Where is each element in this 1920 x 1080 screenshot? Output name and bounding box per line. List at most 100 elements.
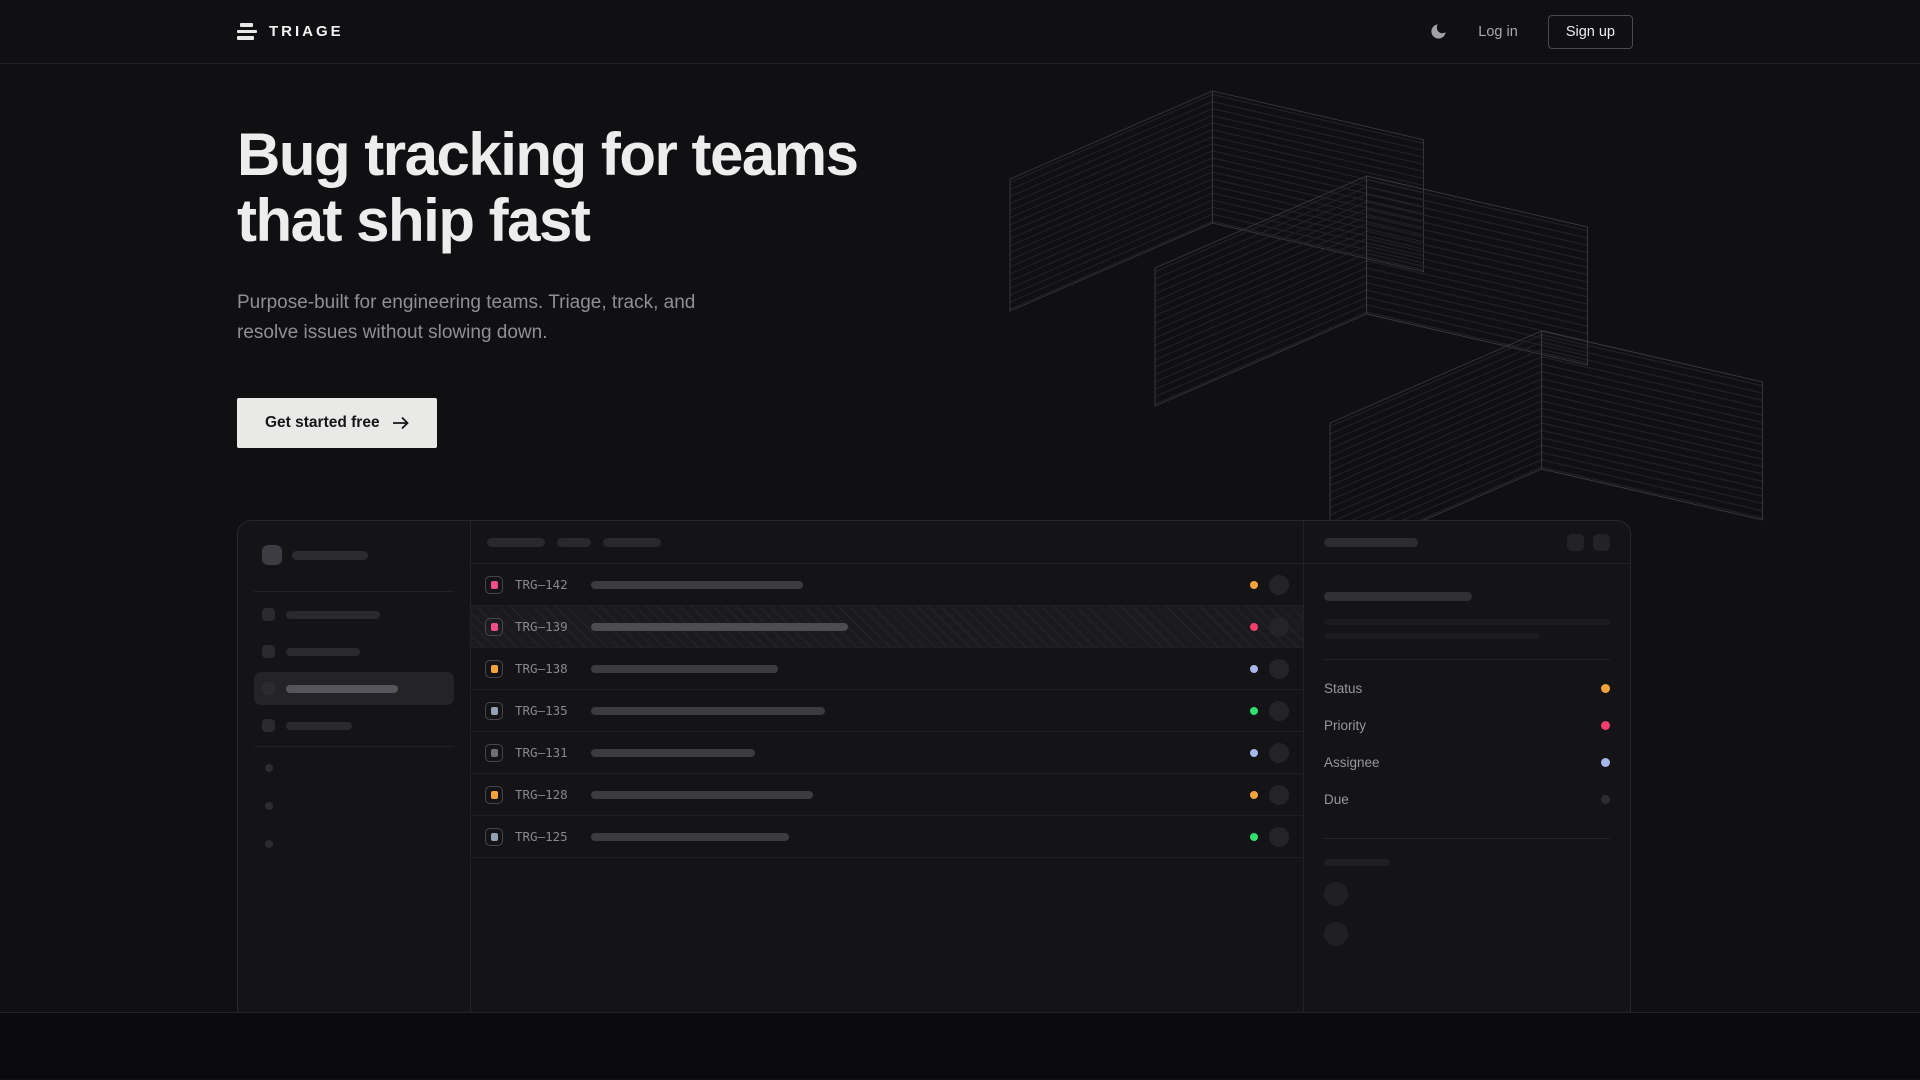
skeleton-title-bar [591,749,755,757]
issues-list-panel: TRG–142 TRG–139 TRG–138 TRG–135 [471,521,1304,1013]
navbar: TRIAGE Log in Sign up [0,0,1920,64]
avatar [1269,659,1289,679]
login-link[interactable]: Log in [1478,24,1518,40]
skeleton-title-bar [591,581,803,589]
sidebar-nav-item[interactable] [254,598,454,631]
status-dot [1250,707,1258,715]
field-label: Due [1324,792,1349,807]
skeleton-tab[interactable] [603,538,661,547]
skeleton-tab[interactable] [487,538,545,547]
field-value-dot [1601,684,1610,693]
issue-detail-panel: Status Priority Assignee Due [1304,521,1630,1013]
detail-body: Status Priority Assignee Due [1304,564,1630,946]
list-header [471,521,1303,564]
detail-field-row[interactable]: Priority [1324,707,1610,744]
divider [254,591,454,592]
detail-fields: Status Priority Assignee Due [1324,670,1610,818]
issue-row[interactable]: TRG–135 [471,690,1303,732]
issue-row[interactable]: TRG–125 [471,816,1303,858]
divider [254,746,454,747]
avatar [1269,575,1289,595]
skeleton-title-bar [591,707,825,715]
issue-row[interactable]: TRG–142 [471,564,1303,606]
skeleton-tab[interactable] [557,538,591,547]
skeleton-bar [286,611,380,619]
detail-field-row[interactable]: Assignee [1324,744,1610,781]
skeleton-title-bar [591,791,813,799]
skeleton-title-bar [591,833,789,841]
issue-id: TRG–128 [515,787,577,802]
hero-headline: Bug tracking for teams that ship fast [237,122,1633,254]
issue-row[interactable]: TRG–131 [471,732,1303,774]
skeleton-bar [286,685,398,693]
issue-row[interactable]: TRG–138 [471,648,1303,690]
sidebar-dot [265,840,273,848]
avatar [1324,922,1348,946]
issue-type-icon [485,660,503,678]
preview-sidebar [238,521,471,1013]
skeleton-desc-bar [1324,633,1540,639]
nav-item-icon [262,719,275,732]
nav-item-icon [262,645,275,658]
signup-button[interactable]: Sign up [1548,15,1633,49]
skeleton-title-bar [1324,592,1472,601]
issue-id: TRG–125 [515,829,577,844]
issue-row[interactable]: TRG–128 [471,774,1303,816]
detail-field-row[interactable]: Status [1324,670,1610,707]
skeleton-bar [286,648,360,656]
status-dot [1250,623,1258,631]
issue-type-icon [485,618,503,636]
detail-actions [1567,534,1610,551]
brand[interactable]: TRIAGE [237,23,344,40]
theme-toggle-button[interactable] [1429,22,1448,41]
hero-section: Bug tracking for teams that ship fast Pu… [0,64,1920,1013]
workspace-switcher[interactable] [254,545,454,565]
avatar [1269,785,1289,805]
sidebar-nav-item[interactable] [254,672,454,705]
arrow-right-icon [392,416,409,430]
avatar [1269,617,1289,637]
sidebar-dot [265,764,273,772]
skeleton-bar [292,551,368,560]
issue-id: TRG–131 [515,745,577,760]
avatar [1269,701,1289,721]
issue-id: TRG–135 [515,703,577,718]
detail-action-icon[interactable] [1593,534,1610,551]
issue-rows: TRG–142 TRG–139 TRG–138 TRG–135 [471,564,1303,858]
get-started-button[interactable]: Get started free [237,398,437,448]
issue-type-icon [485,702,503,720]
field-value-dot [1601,795,1610,804]
next-section [0,1013,1920,1079]
issue-id: TRG–138 [515,661,577,676]
workspace-icon [262,545,282,565]
detail-action-icon[interactable] [1567,534,1584,551]
issue-type-icon [485,576,503,594]
app-preview: TRG–142 TRG–139 TRG–138 TRG–135 [237,520,1631,1013]
detail-header [1304,521,1630,564]
field-label: Assignee [1324,755,1380,770]
divider [1324,838,1610,839]
issue-type-icon [485,786,503,804]
status-dot [1250,665,1258,673]
status-dot [1250,581,1258,589]
nav-item-icon [262,682,275,695]
sidebar-item-dots [254,764,454,848]
issue-id: TRG–139 [515,619,577,634]
sidebar-nav-item[interactable] [254,635,454,668]
skeleton-desc-bar [1324,619,1610,625]
headline-line-1: Bug tracking for teams [237,121,857,188]
hero-subtitle: Purpose-built for engineering teams. Tri… [237,288,1633,348]
moon-icon [1429,22,1448,41]
skeleton-title-bar [591,623,848,631]
detail-field-row[interactable]: Due [1324,781,1610,818]
avatar [1269,743,1289,763]
issue-type-icon [485,744,503,762]
field-label: Status [1324,681,1362,696]
skeleton-bar [1324,859,1390,866]
sidebar-nav-item[interactable] [254,709,454,742]
issue-row[interactable]: TRG–139 [471,606,1303,648]
status-dot [1250,749,1258,757]
issue-type-icon [485,828,503,846]
triage-logo-icon [237,23,257,40]
field-label: Priority [1324,718,1366,733]
